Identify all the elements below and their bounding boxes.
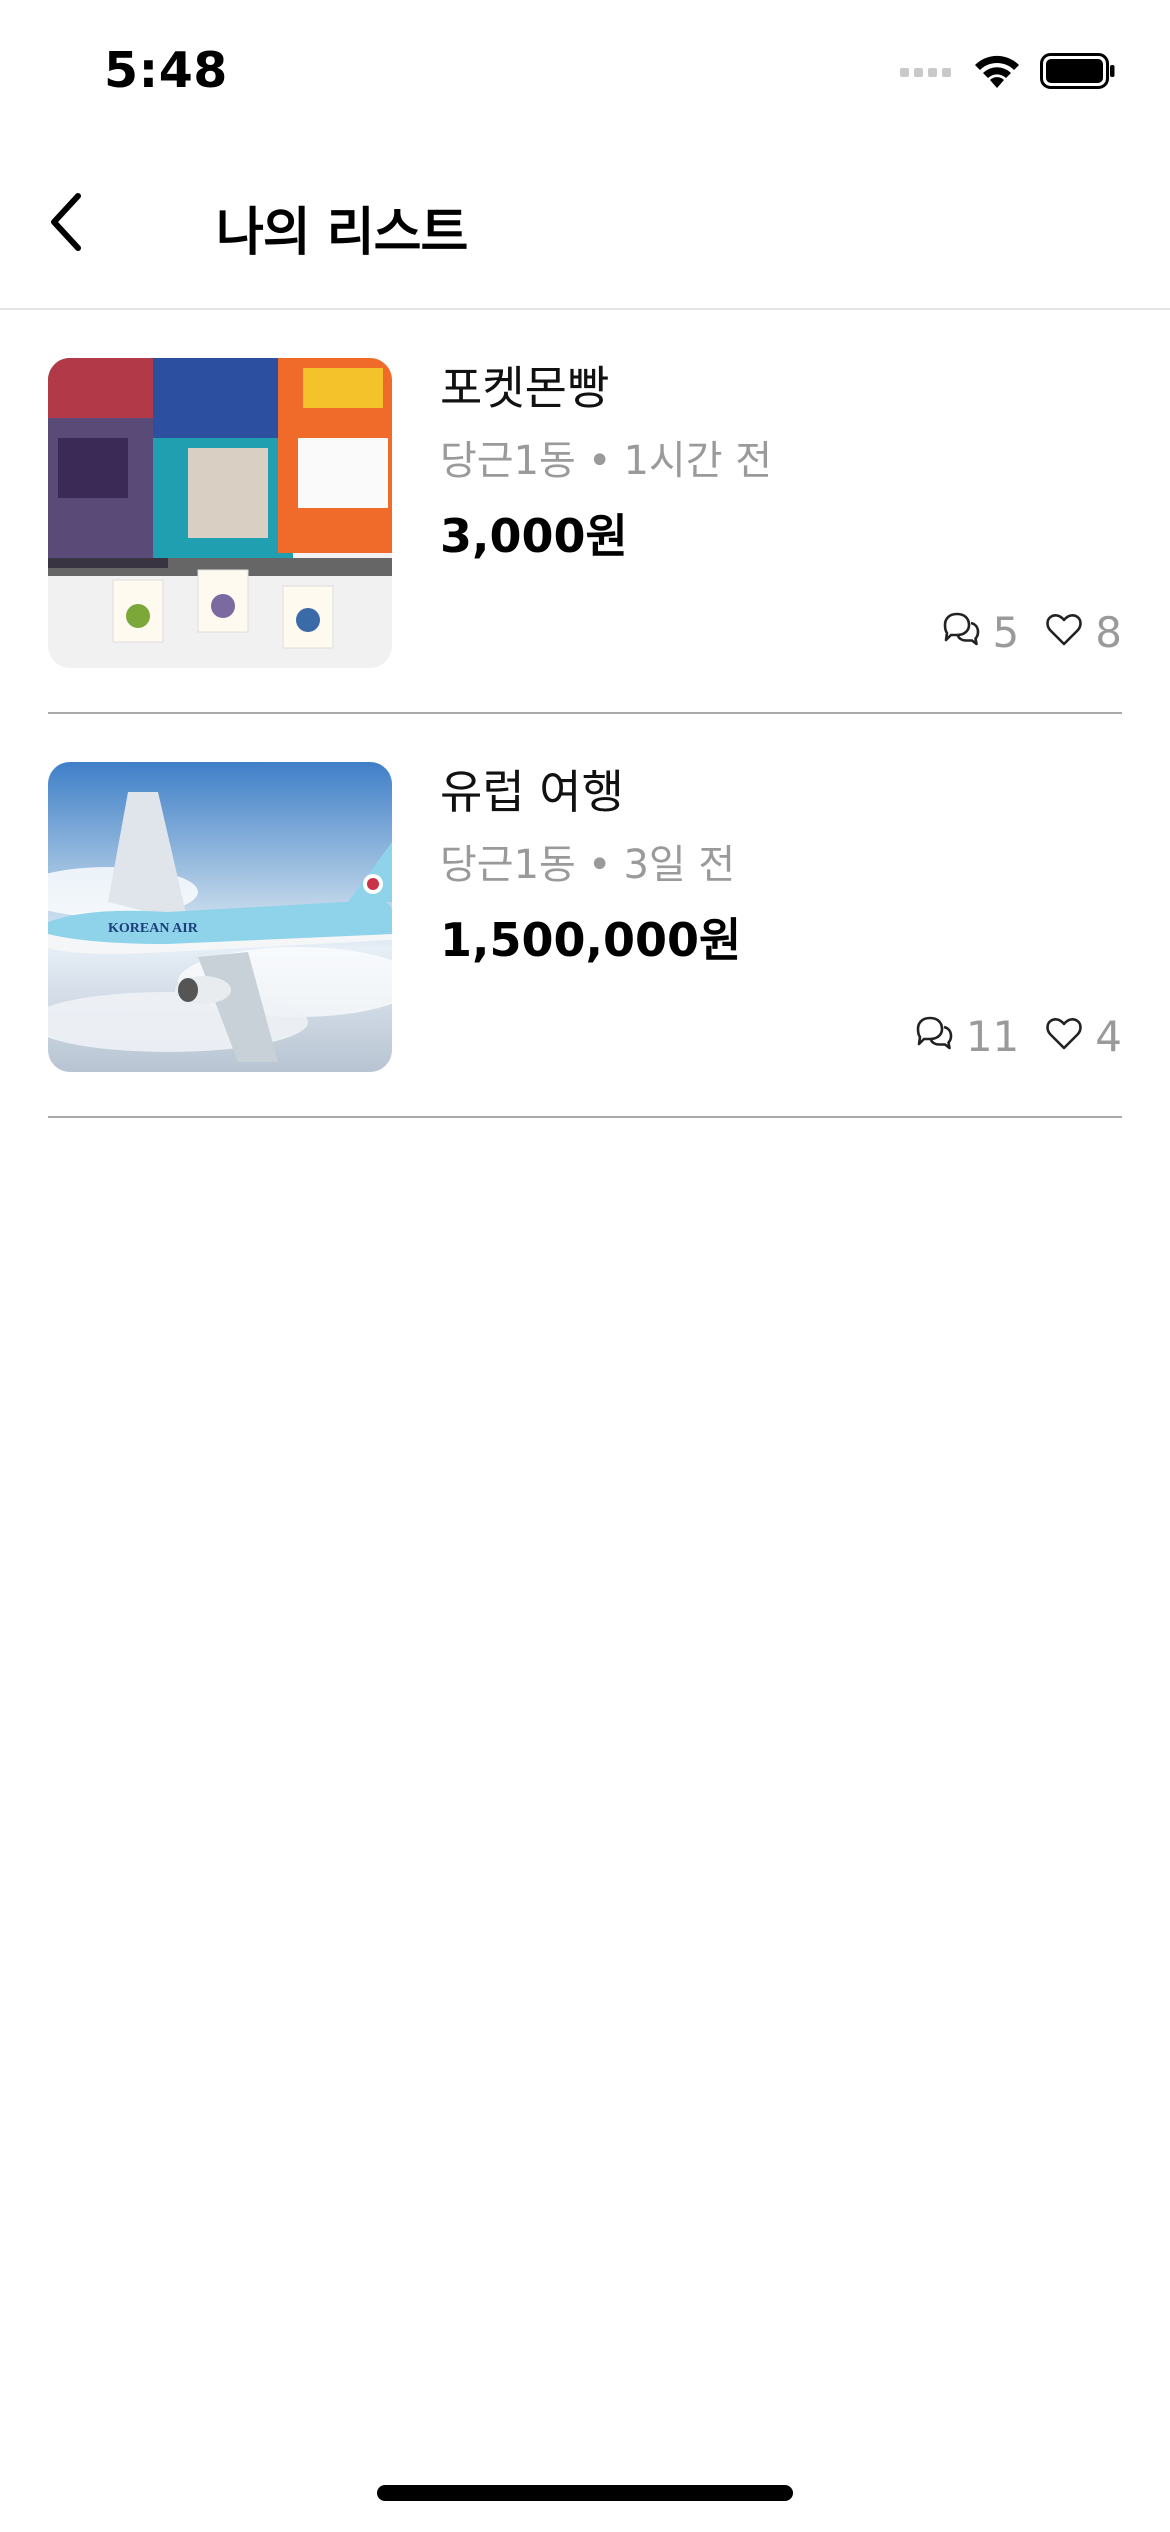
item-thumbnail-pokemon-bread: [48, 358, 392, 668]
item-time-ago: 1시간 전: [623, 438, 773, 484]
item-stats: 11 4: [914, 1012, 1122, 1061]
like-stat: 8: [1045, 608, 1122, 657]
item-location: 당근1동: [440, 842, 576, 888]
svg-text:KOREAN AIR: KOREAN AIR: [108, 921, 199, 936]
item-title: 포켓몬빵: [440, 361, 610, 415]
heart-icon: [1045, 608, 1095, 657]
item-list: 포켓몬빵 당근1동 • 1시간 전 3,000원 5 8 KOREAN AIR …: [0, 310, 1170, 1118]
battery-icon: [1040, 53, 1116, 93]
meta-separator: •: [587, 842, 612, 888]
item-stats: 5 8: [941, 608, 1122, 657]
like-stat: 4: [1045, 1012, 1122, 1061]
item-location: 당근1동: [440, 438, 576, 484]
chat-bubbles-icon: [914, 1012, 966, 1061]
item-price: 3,000원: [440, 509, 628, 563]
page-title: 나의 리스트: [216, 203, 468, 263]
cellular-signal-icon: [900, 63, 954, 83]
like-count: 4: [1095, 1012, 1122, 1061]
item-meta: 당근1동 • 3일 전: [440, 832, 735, 890]
nav-header: 나의 리스트: [0, 140, 1170, 310]
item-meta: 당근1동 • 1시간 전: [440, 428, 772, 486]
chevron-left-icon: [46, 190, 86, 258]
chat-stat: 5: [941, 608, 1020, 657]
home-indicator[interactable]: [377, 2485, 793, 2501]
status-bar: 5:48: [0, 0, 1170, 140]
chat-count: 5: [992, 608, 1020, 657]
list-item[interactable]: 포켓몬빵 당근1동 • 1시간 전 3,000원 5 8: [0, 310, 1170, 714]
chat-stat: 11: [914, 1012, 1019, 1061]
item-price: 1,500,000원: [440, 913, 742, 967]
item-thumbnail-airplane: KOREAN AIR: [48, 762, 392, 1072]
back-button[interactable]: [34, 188, 98, 260]
divider: [48, 1116, 1122, 1118]
heart-icon: [1045, 1012, 1095, 1061]
wifi-icon: [972, 52, 1022, 94]
chat-count: 11: [965, 1012, 1020, 1061]
list-item[interactable]: KOREAN AIR 유럽 여행 당근1동 • 3일 전 1,500,000원 11: [0, 714, 1170, 1118]
meta-separator: •: [587, 438, 612, 484]
item-title: 유럽 여행: [440, 765, 624, 819]
status-time: 5:48: [104, 42, 228, 99]
like-count: 8: [1095, 608, 1122, 657]
status-icons: [900, 52, 1116, 94]
chat-bubbles-icon: [941, 608, 993, 657]
item-time-ago: 3일 전: [623, 842, 736, 888]
